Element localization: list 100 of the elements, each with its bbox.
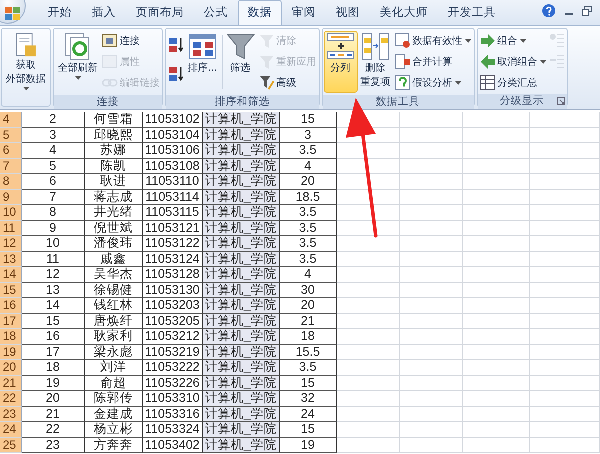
empty-cell <box>530 438 600 453</box>
dialog-launcher-icon[interactable] <box>556 97 565 105</box>
table-cell: 24 <box>280 406 337 422</box>
table-cell: 唐焕纤 <box>85 314 143 329</box>
empty-cell <box>400 267 463 282</box>
empty-cell <box>400 298 463 314</box>
ribbon-tab[interactable]: 公式 <box>194 0 238 25</box>
row-header[interactable]: 18 <box>0 329 22 344</box>
row-header[interactable]: 9 <box>0 190 22 205</box>
table-cell: 15 <box>280 376 337 391</box>
row-header[interactable]: 14 <box>0 267 22 282</box>
ribbon-button[interactable]: 全部刷新 <box>55 31 101 93</box>
row-header[interactable]: 13 <box>0 252 22 267</box>
row-header[interactable]: 24 <box>0 422 22 438</box>
empty-cell <box>530 422 600 438</box>
empty-cell <box>530 128 600 143</box>
ribbon-tab[interactable]: 美化大师 <box>370 0 438 25</box>
table-cell: 3.5 <box>280 236 337 252</box>
row-header[interactable]: 6 <box>0 143 22 158</box>
table-cell: 3 <box>22 128 85 143</box>
row-header[interactable]: 17 <box>0 314 22 329</box>
ribbon-tab[interactable]: 视图 <box>326 0 370 25</box>
sort-ascending-button[interactable] <box>167 36 185 54</box>
empty-cell <box>337 422 400 438</box>
row-header[interactable]: 16 <box>0 298 22 314</box>
table-cell: 18 <box>280 329 337 344</box>
empty-cell <box>337 344 400 360</box>
row-header[interactable]: 11 <box>0 220 22 236</box>
table-cell: 14 <box>22 298 85 314</box>
ribbon-button[interactable]: 分列 <box>324 31 358 93</box>
group-label: 数据工具 <box>376 96 420 108</box>
ribbon-tab[interactable]: 开发工具 <box>438 0 506 25</box>
table-cell: 潘俊玮 <box>85 236 143 252</box>
ribbon-button[interactable]: 排序... <box>185 31 221 93</box>
sort-descending-icon <box>168 66 184 82</box>
caret-icon <box>454 81 462 85</box>
row-header[interactable]: 10 <box>0 205 22 220</box>
table-cell: 20 <box>280 174 337 190</box>
empty-cell <box>530 344 600 360</box>
row-header[interactable]: 25 <box>0 438 22 453</box>
sort-descending-button[interactable] <box>167 65 185 83</box>
table-cell: 计算机_学院 <box>203 112 280 128</box>
table-cell: 7 <box>22 190 85 205</box>
ribbon-button[interactable]: 筛选 <box>224 31 258 93</box>
table-cell: 戚鑫 <box>85 252 143 267</box>
caret-icon <box>22 87 30 91</box>
table-cell: 15 <box>280 422 337 438</box>
empty-cell <box>530 282 600 298</box>
empty-cell <box>530 298 600 314</box>
consolidate-icon <box>394 54 411 70</box>
table-cell: 俞超 <box>85 376 143 391</box>
ribbon-button[interactable]: 高级 <box>258 74 318 92</box>
row-header[interactable]: 20 <box>0 360 22 376</box>
table-cell: 计算机_学院 <box>203 314 280 329</box>
ribbon-button[interactable]: 分类汇总 <box>478 74 548 92</box>
help-icon[interactable] <box>542 4 556 18</box>
ribbon-tab[interactable]: 插入 <box>82 0 126 25</box>
row-header[interactable]: 5 <box>0 128 22 143</box>
empty-cell <box>463 236 530 252</box>
restore-icon[interactable] <box>582 6 592 16</box>
ribbon-button[interactable]: 数据有效性 <box>394 32 473 50</box>
ribbon-button[interactable]: 获取 外部数据 <box>3 31 49 93</box>
empty-cell <box>337 282 400 298</box>
empty-cell <box>463 174 530 190</box>
ribbon-button[interactable]: 合并计算 <box>394 53 473 71</box>
table-cell: 计算机_学院 <box>203 422 280 438</box>
ribbon-tab[interactable]: 数据 <box>238 0 282 25</box>
table-cell: 5 <box>22 158 85 174</box>
ribbon-button[interactable]: 假设分析 <box>394 74 473 92</box>
ribbon-button[interactable]: 组合 <box>478 32 548 50</box>
table-cell: 井光绪 <box>85 205 143 220</box>
empty-cell <box>463 267 530 282</box>
table-cell: 计算机_学院 <box>203 267 280 282</box>
row-header[interactable]: 22 <box>0 391 22 406</box>
empty-cell <box>530 236 600 252</box>
row-header[interactable]: 12 <box>0 236 22 252</box>
ribbon-tab[interactable]: 审阅 <box>282 0 326 25</box>
table-cell: 计算机_学院 <box>203 236 280 252</box>
row-header[interactable]: 19 <box>0 344 22 360</box>
table-cell: 计算机_学院 <box>203 220 280 236</box>
empty-cell <box>337 391 400 406</box>
ribbon-button[interactable]: 取消组合 <box>478 53 548 71</box>
row-header[interactable]: 21 <box>0 376 22 391</box>
row-header[interactable]: 15 <box>0 282 22 298</box>
table-cell: 9 <box>22 220 85 236</box>
table-cell: 计算机_学院 <box>203 205 280 220</box>
table-cell: 23 <box>22 438 85 453</box>
table-cell: 19 <box>280 438 337 453</box>
empty-cell <box>463 205 530 220</box>
ribbon-tab[interactable]: 开始 <box>38 0 82 25</box>
row-header[interactable]: 8 <box>0 174 22 190</box>
row-header[interactable]: 4 <box>0 112 22 128</box>
empty-cell <box>530 406 600 422</box>
table-cell: 3.5 <box>280 252 337 267</box>
ribbon-button[interactable]: 删除 重复项 <box>358 31 394 93</box>
ribbon-button[interactable]: 连接 <box>101 32 161 50</box>
ribbon-tab[interactable]: 页面布局 <box>126 0 194 25</box>
clear-filter-icon <box>258 33 275 49</box>
row-header[interactable]: 23 <box>0 406 22 422</box>
row-header[interactable]: 7 <box>0 158 22 174</box>
